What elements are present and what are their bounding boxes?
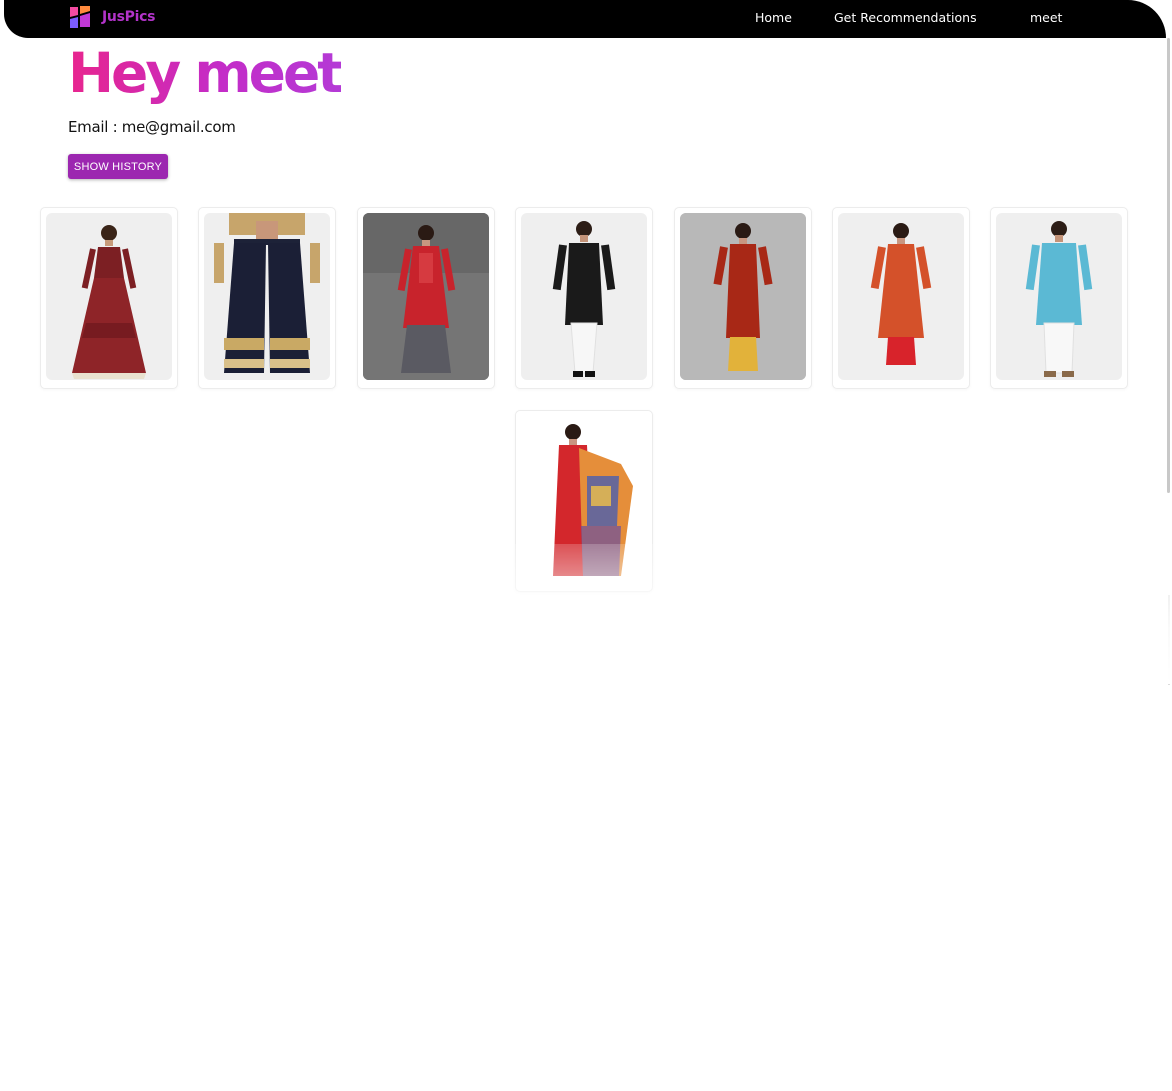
navy-gold-sharara-pants-photo [204, 213, 330, 380]
page-greeting-title: Hey meet [68, 41, 344, 105]
nav-get-recommendations-link[interactable]: Get Recommendations [834, 10, 977, 25]
user-email: Email : me@gmail.com [68, 118, 236, 136]
vertical-scrollbar[interactable] [1167, 38, 1170, 493]
product-card[interactable] [515, 410, 653, 592]
juspics-logo-icon [68, 5, 92, 29]
turquoise-kurta-white-pyjama-photo [996, 213, 1122, 380]
top-navbar: JusPics Home Get Recommendations meet [4, 0, 1166, 38]
maroon-anarkali-dress-photo [46, 213, 172, 380]
brand-name: JusPics [102, 9, 156, 25]
product-card[interactable] [198, 207, 336, 389]
nav-user-menu[interactable]: meet [1030, 10, 1062, 25]
product-card[interactable] [674, 207, 812, 389]
product-card[interactable] [832, 207, 970, 389]
product-card[interactable] [357, 207, 495, 389]
show-history-button[interactable]: SHOW HISTORY [68, 154, 168, 179]
black-kurta-white-pyjama-photo [521, 213, 647, 380]
nav-home-link[interactable]: Home [755, 10, 792, 25]
red-kurta-printed-dupatta-photo [521, 416, 647, 583]
rust-kurta-yellow-pants-photo [680, 213, 806, 380]
product-card[interactable] [40, 207, 178, 389]
scrollbar-track-lower [1168, 595, 1170, 685]
product-card[interactable] [515, 207, 653, 389]
brand-logo-link[interactable]: JusPics [68, 5, 155, 29]
orange-kurta-red-pants-photo [838, 213, 964, 380]
red-kurta-grey-palazzo-photo [363, 213, 489, 380]
product-card[interactable] [990, 207, 1128, 389]
